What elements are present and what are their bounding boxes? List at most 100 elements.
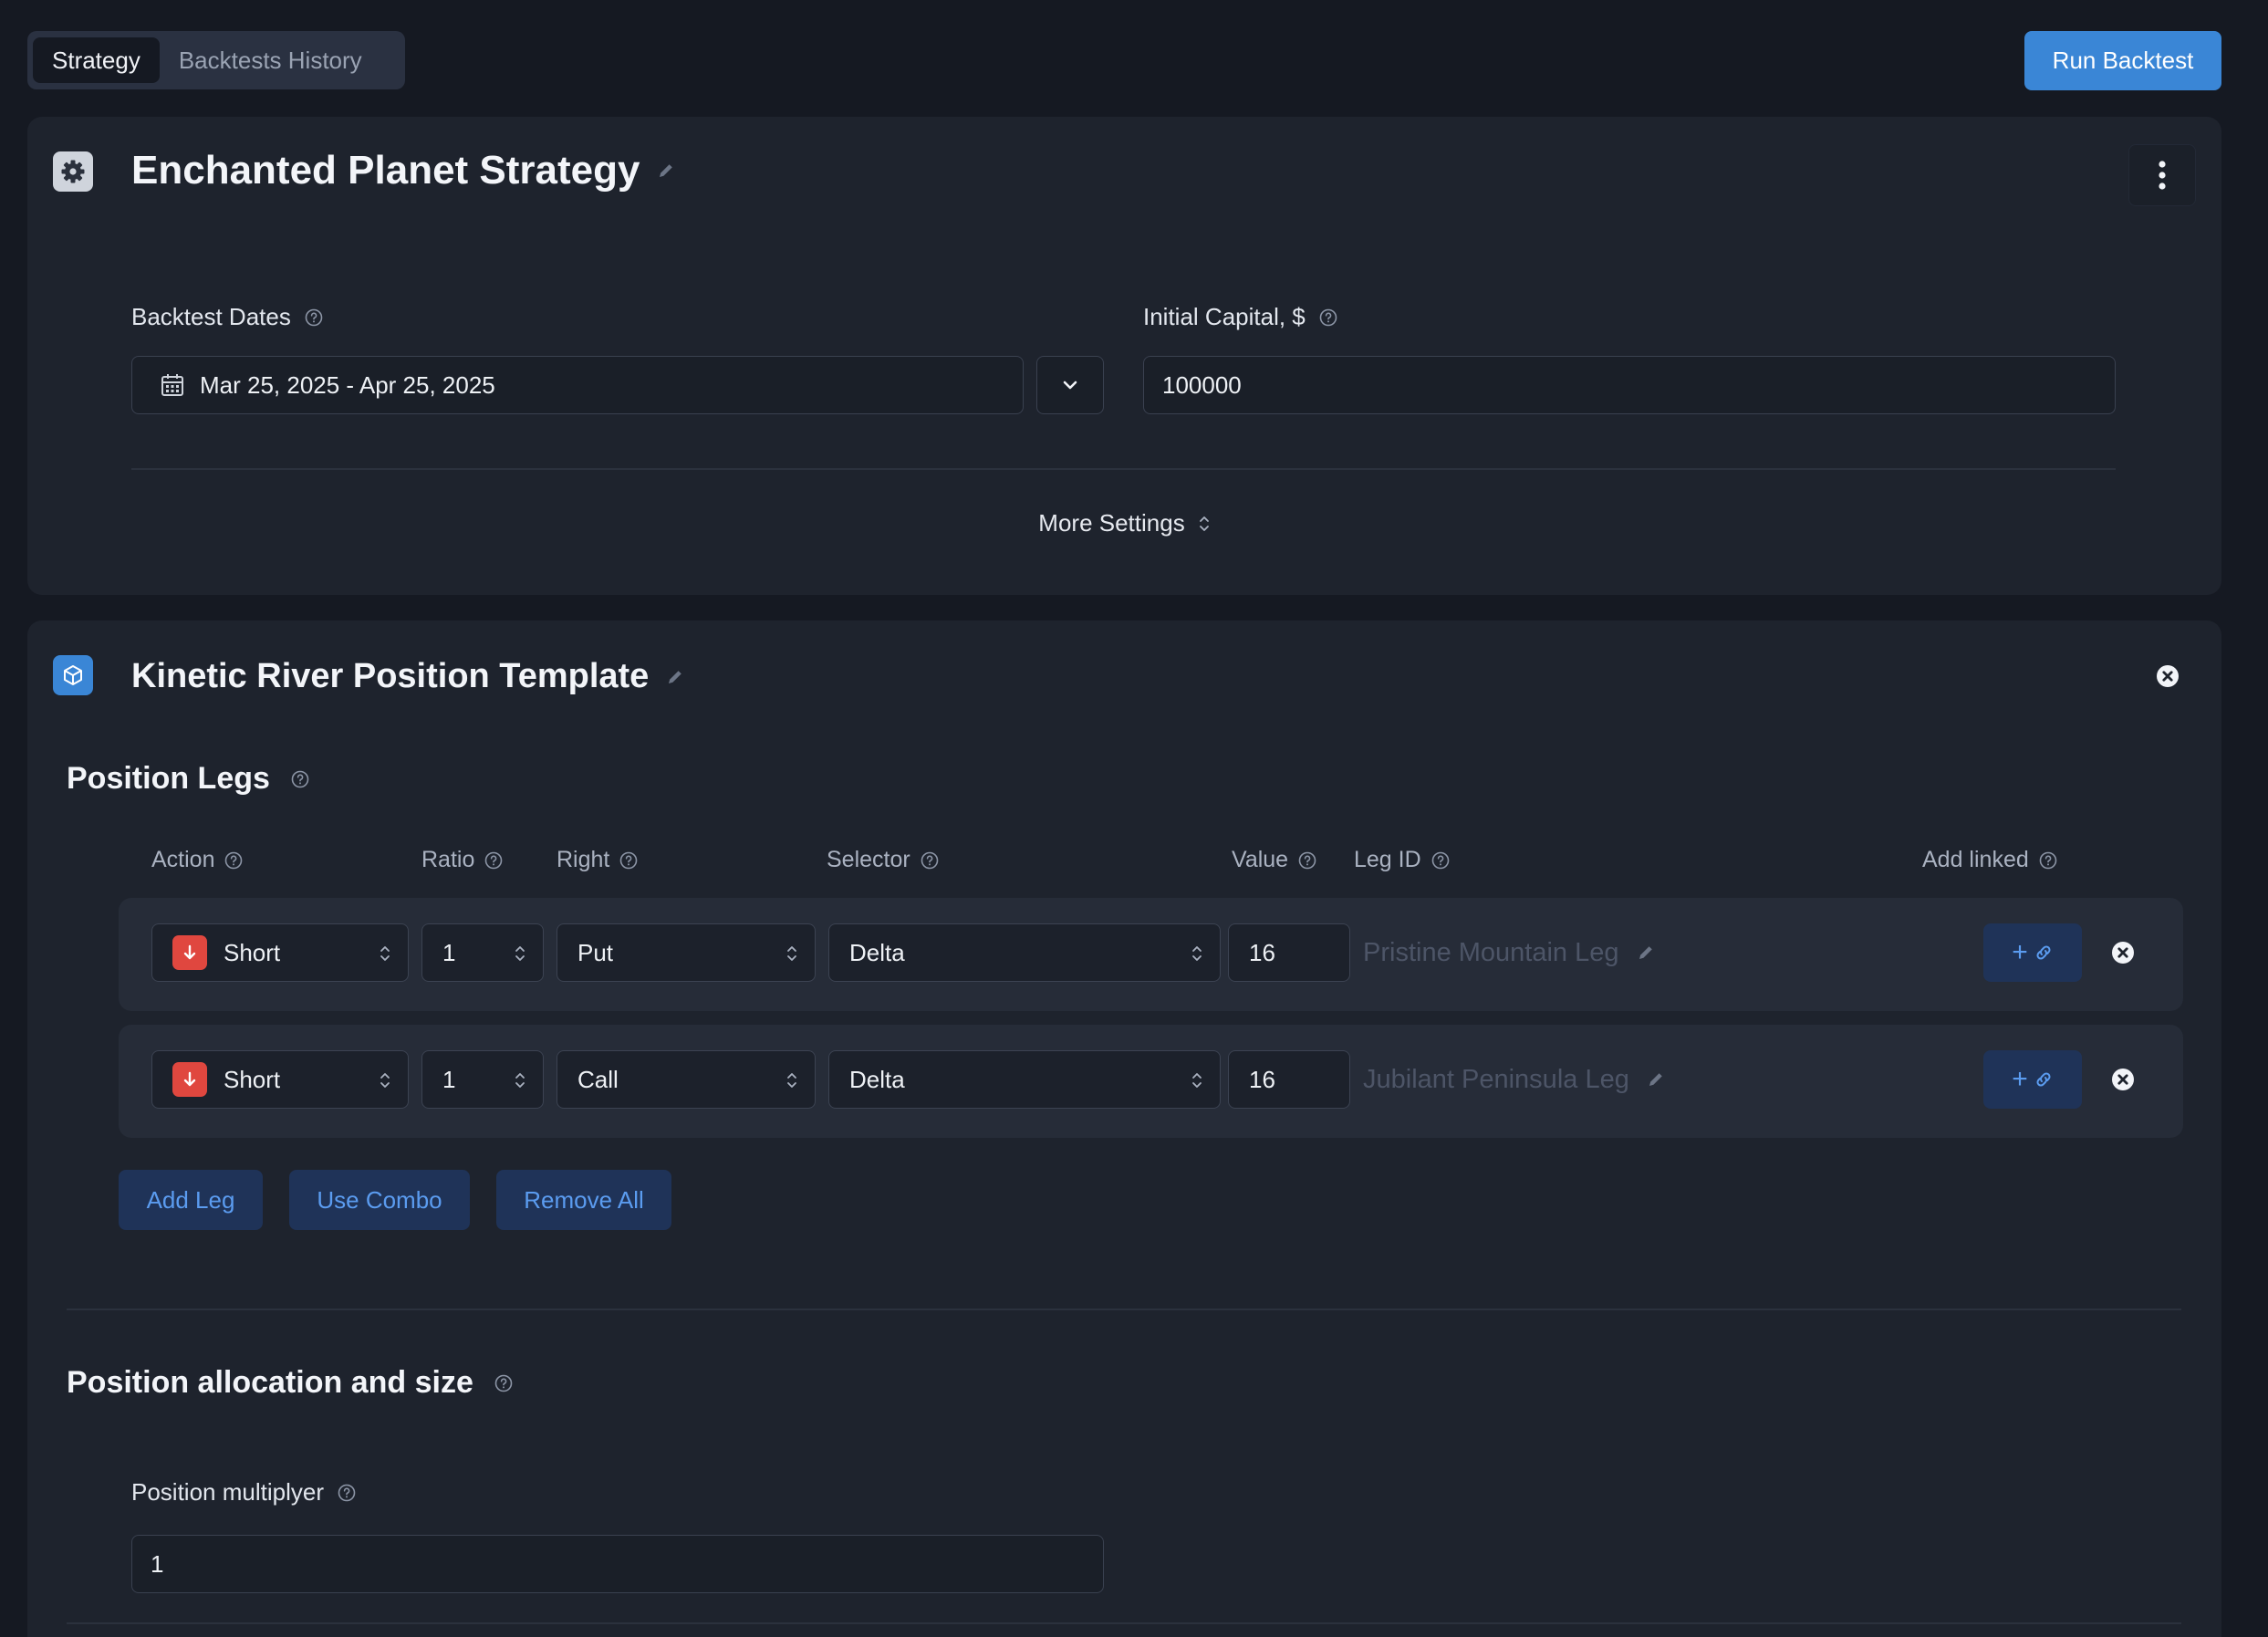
right-select[interactable]: Put [557, 923, 816, 982]
allocation-title: Position allocation and size [67, 1365, 473, 1400]
initial-capital-label-text: Initial Capital, $ [1143, 303, 1306, 330]
right-value: Call [577, 1065, 619, 1093]
ratio-value: 1 [442, 938, 456, 966]
remove-leg-icon[interactable] [2111, 1068, 2135, 1091]
arrow-down-icon [172, 1062, 207, 1097]
calendar-icon [161, 374, 183, 396]
action-select[interactable]: Short [151, 1050, 409, 1109]
add-linked-button[interactable]: + [1983, 1050, 2082, 1109]
edit-title-icon[interactable] [656, 161, 676, 181]
divider [131, 468, 2116, 470]
more-settings-toggle[interactable]: More Settings [27, 509, 2221, 537]
tab-strategy[interactable]: Strategy [33, 37, 160, 83]
help-icon[interactable] [1431, 850, 1451, 871]
pencil-icon[interactable] [1636, 943, 1656, 963]
updown-icon [785, 1069, 798, 1091]
help-icon[interactable] [2038, 850, 2058, 871]
column-selector: Selector [827, 847, 940, 873]
action-value: Short [224, 1065, 281, 1093]
strategy-title[interactable]: Enchanted Planet Strategy [131, 148, 676, 193]
column-action: Action [151, 847, 244, 873]
action-value: Short [224, 938, 281, 966]
column-right: Right [557, 847, 639, 873]
tab-backtests-history[interactable]: Backtests History [160, 37, 381, 83]
right-select[interactable]: Call [557, 1050, 816, 1109]
strategy-menu-button[interactable] [2128, 144, 2196, 206]
value-input[interactable]: 16 [1228, 923, 1350, 982]
backtest-dates-label-text: Backtest Dates [131, 303, 291, 330]
help-icon[interactable] [337, 1483, 357, 1503]
view-tabs: Strategy Backtests History [27, 31, 405, 89]
date-preset-dropdown[interactable] [1036, 356, 1104, 414]
leg-id-text: Jubilant Peninsula Leg [1363, 1064, 1629, 1094]
remove-all-button[interactable]: Remove All [496, 1170, 671, 1230]
link-icon [2034, 943, 2054, 963]
template-title-text: Kinetic River Position Template [131, 657, 650, 695]
expand-icon [1198, 513, 1211, 535]
column-right-label: Right [557, 847, 610, 872]
position-multiplier-input[interactable]: 1 [131, 1535, 1104, 1593]
kebab-icon [2159, 161, 2166, 190]
column-add-linked-label: Add linked [1922, 847, 2029, 872]
selector-select[interactable]: Delta [828, 923, 1221, 982]
action-select[interactable]: Short [151, 923, 409, 982]
selector-value: Delta [849, 938, 905, 966]
link-icon [2034, 1069, 2054, 1090]
template-title[interactable]: Kinetic River Position Template [131, 657, 685, 696]
help-icon[interactable] [224, 850, 244, 871]
backtest-dates-input[interactable]: Mar 25, 2025 - Apr 25, 2025 [131, 356, 1024, 414]
leg-row: Short 1 Call Delta 16 Jubilant Peninsula… [119, 1025, 2183, 1138]
add-leg-button[interactable]: Add Leg [119, 1170, 263, 1230]
updown-icon [1191, 1069, 1203, 1091]
updown-icon [514, 943, 526, 964]
column-add-linked: Add linked [1922, 847, 2058, 873]
divider [67, 1622, 2181, 1624]
help-icon[interactable] [920, 850, 940, 871]
value-input[interactable]: 16 [1228, 1050, 1350, 1109]
close-template-icon[interactable] [2156, 664, 2180, 688]
position-multiplier-label-text: Position multiplyer [131, 1478, 324, 1506]
run-backtest-button[interactable]: Run Backtest [2024, 31, 2221, 90]
arrow-down-icon [172, 935, 207, 970]
backtest-dates-value: Mar 25, 2025 - Apr 25, 2025 [200, 370, 495, 399]
position-multiplier-value: 1 [151, 1549, 164, 1578]
value-text: 16 [1249, 938, 1275, 966]
initial-capital-input[interactable]: 100000 [1143, 356, 2116, 414]
help-icon[interactable] [1297, 850, 1317, 871]
add-linked-button[interactable]: + [1983, 923, 2082, 982]
ratio-stepper[interactable]: 1 [421, 923, 544, 982]
column-action-label: Action [151, 847, 215, 872]
column-selector-label: Selector [827, 847, 910, 872]
leg-id-field[interactable]: Jubilant Peninsula Leg [1363, 1050, 1666, 1109]
leg-row: Short 1 Put Delta 16 Pristine Mountain L… [119, 898, 2183, 1011]
help-icon[interactable] [290, 769, 310, 789]
help-icon[interactable] [619, 850, 639, 871]
column-value-label: Value [1232, 847, 1289, 872]
updown-icon [379, 943, 391, 964]
help-icon[interactable] [1318, 308, 1338, 328]
pencil-icon[interactable] [1646, 1069, 1666, 1090]
selector-value: Delta [849, 1065, 905, 1093]
chevron-down-icon [1063, 381, 1077, 390]
column-ratio: Ratio [421, 847, 504, 873]
help-icon[interactable] [494, 1373, 514, 1393]
cube-icon [53, 655, 93, 695]
column-leg-id-label: Leg ID [1354, 847, 1421, 872]
updown-icon [1191, 943, 1203, 964]
help-icon[interactable] [304, 308, 324, 328]
position-legs-title: Position Legs [67, 761, 270, 796]
remove-leg-icon[interactable] [2111, 941, 2135, 964]
plus-icon: + [2012, 937, 2028, 967]
position-legs-heading: Position Legs [67, 761, 310, 797]
leg-id-field[interactable]: Pristine Mountain Leg [1363, 923, 1656, 982]
use-combo-button[interactable]: Use Combo [289, 1170, 470, 1230]
help-icon[interactable] [484, 850, 504, 871]
ratio-stepper[interactable]: 1 [421, 1050, 544, 1109]
edit-title-icon[interactable] [665, 667, 685, 687]
ratio-value: 1 [442, 1065, 456, 1093]
selector-select[interactable]: Delta [828, 1050, 1221, 1109]
strategy-title-text: Enchanted Planet Strategy [131, 148, 640, 193]
strategy-card: Enchanted Planet Strategy Backtest Dates… [27, 117, 2221, 595]
right-value: Put [577, 938, 614, 966]
column-ratio-label: Ratio [421, 847, 475, 872]
